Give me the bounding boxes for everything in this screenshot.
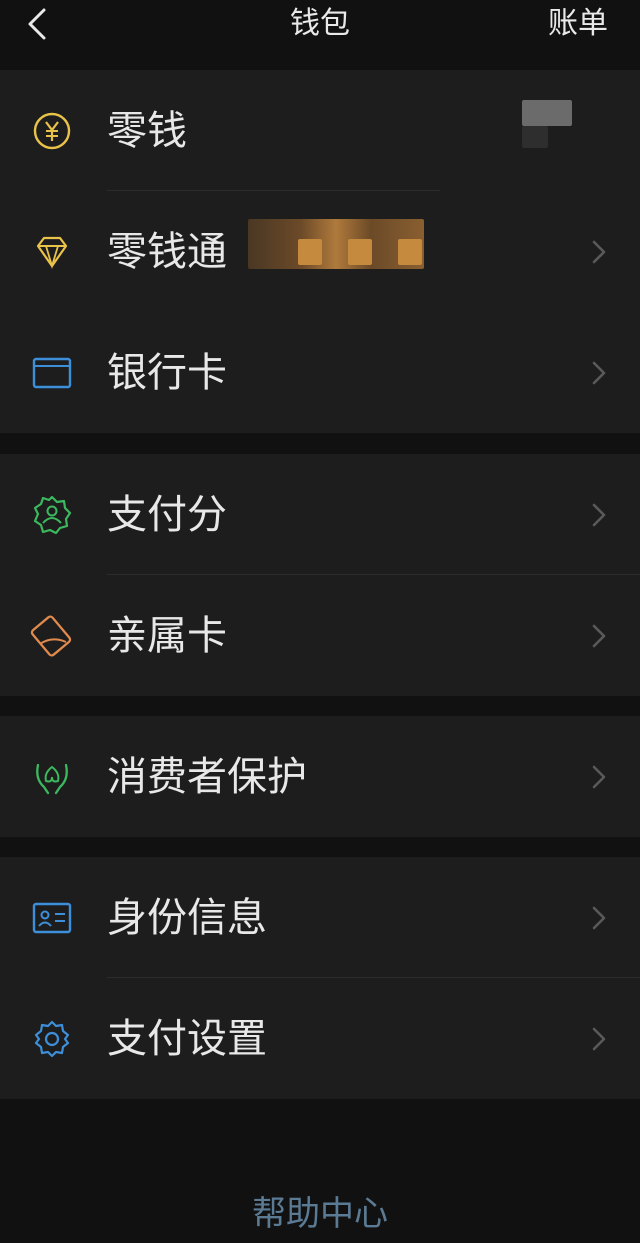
bill-button[interactable]: 账单 (548, 2, 608, 46)
blurred-balance-shadow (522, 126, 548, 148)
menu-item-family-card[interactable]: 亲属卡 (0, 575, 640, 696)
diamond-icon (36, 236, 68, 270)
menu-group-4: 身份信息 支付设置 (0, 857, 640, 1099)
menu-item-label: 身份信息 (107, 895, 267, 941)
help-center-link[interactable]: 帮助中心 (0, 1190, 640, 1238)
protect-hands-icon (36, 763, 68, 795)
menu-group-3: 消费者保护 (0, 716, 640, 837)
blurred-balance (522, 100, 572, 126)
pay-score-badge-icon (33, 495, 72, 535)
gear-icon (34, 1020, 70, 1058)
blurred-amount-dots (398, 239, 422, 265)
id-card-icon (32, 902, 72, 934)
menu-item-label: 零钱通 (107, 229, 227, 275)
chevron-right-icon (592, 906, 606, 930)
menu-item-pay-score[interactable]: 支付分 (0, 454, 640, 575)
yuan-coin-icon (33, 112, 71, 150)
nav-bar: 钱包 账单 (0, 0, 640, 64)
blurred-amount-dots (348, 239, 372, 265)
chevron-right-icon (592, 503, 606, 527)
menu-item-change[interactable]: 零钱 (0, 70, 640, 191)
menu-item-bank-card[interactable]: 银行卡 (0, 312, 640, 433)
menu-group-1: 零钱 零钱通 银行卡 (0, 70, 640, 433)
menu-group-2: 支付分 亲属卡 (0, 454, 640, 696)
menu-item-label: 亲属卡 (107, 613, 227, 659)
menu-item-label: 支付设置 (107, 1016, 267, 1062)
menu-item-licaitong[interactable]: 零钱通 (0, 191, 640, 312)
family-card-icon (30, 615, 72, 657)
page-title: 钱包 (290, 6, 350, 41)
menu-item-label: 消费者保护 (107, 754, 307, 800)
chevron-right-icon (592, 240, 606, 264)
menu-item-pay-settings[interactable]: 支付设置 (0, 978, 640, 1099)
menu-item-label: 银行卡 (107, 350, 227, 396)
menu-item-label: 支付分 (107, 492, 227, 538)
chevron-right-icon (592, 765, 606, 789)
menu-item-identity-info[interactable]: 身份信息 (0, 857, 640, 978)
chevron-right-icon (592, 361, 606, 385)
menu-item-consumer-protection[interactable]: 消费者保护 (0, 716, 640, 837)
chevron-right-icon (592, 1027, 606, 1051)
chevron-right-icon (592, 624, 606, 648)
blurred-amount-dots (298, 239, 322, 265)
menu-item-label: 零钱 (107, 108, 187, 154)
bank-card-icon (32, 357, 72, 389)
